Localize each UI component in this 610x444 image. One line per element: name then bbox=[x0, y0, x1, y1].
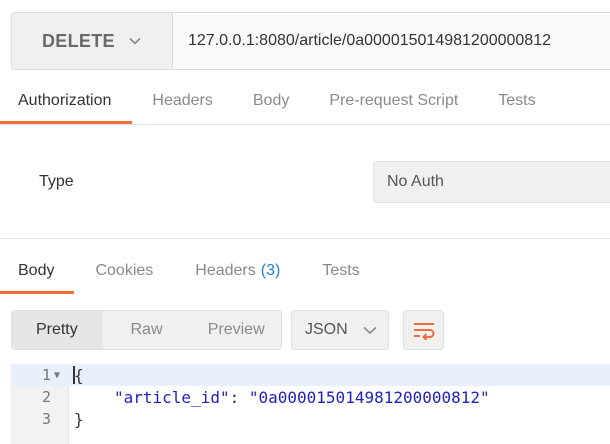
tab-body[interactable]: Body bbox=[233, 78, 309, 124]
method-label: DELETE bbox=[42, 30, 115, 51]
tab-tests[interactable]: Tests bbox=[478, 78, 555, 124]
response-body-editor[interactable]: 1 ▼ { 2 "article_id": "0a000015014981200… bbox=[11, 364, 610, 444]
chevron-down-icon bbox=[363, 326, 377, 335]
code-line: 1 ▼ { bbox=[11, 364, 610, 386]
wrap-lines-icon bbox=[413, 323, 434, 340]
response-tab-headers[interactable]: Headers (3) bbox=[174, 248, 301, 294]
response-tabs: Body Cookies Headers (3) Tests bbox=[0, 248, 381, 294]
url-text: 127.0.0.1:8080/article/0a000015014981200… bbox=[188, 32, 551, 49]
tab-headers[interactable]: Headers bbox=[132, 78, 232, 124]
chevron-down-icon bbox=[129, 37, 141, 45]
view-pretty-button[interactable]: Pretty bbox=[12, 311, 102, 349]
text-cursor bbox=[73, 366, 75, 384]
line-number: 2 bbox=[41, 388, 51, 406]
json-value: "0a000015014981200000812" bbox=[248, 387, 490, 407]
fold-caret-icon[interactable]: ▼ bbox=[54, 370, 66, 381]
response-tab-body[interactable]: Body bbox=[0, 248, 75, 294]
auth-type-select[interactable]: No Auth bbox=[373, 161, 610, 203]
format-select[interactable]: JSON bbox=[291, 310, 389, 350]
code-key-value: "article_id": "0a000015014981200000812" bbox=[114, 388, 490, 407]
code-open-brace: { bbox=[74, 365, 84, 385]
response-tab-tests[interactable]: Tests bbox=[301, 248, 380, 294]
request-bar: DELETE 127.0.0.1:8080/article/0a00001501… bbox=[11, 12, 610, 70]
code-line: 2 "article_id": "0a000015014981200000812… bbox=[11, 386, 610, 408]
tab-authorization[interactable]: Authorization bbox=[0, 78, 133, 124]
wrap-lines-button[interactable] bbox=[403, 310, 444, 350]
json-key: "article_id" bbox=[114, 387, 230, 407]
code-line: 3 } bbox=[11, 408, 610, 430]
response-tab-cookies[interactable]: Cookies bbox=[74, 248, 174, 294]
auth-type-label: Type bbox=[39, 173, 74, 190]
auth-type-value: No Auth bbox=[387, 173, 444, 190]
divider bbox=[0, 124, 610, 125]
headers-count-badge: (3) bbox=[260, 262, 281, 279]
format-label: JSON bbox=[305, 321, 348, 338]
json-colon: : bbox=[229, 387, 249, 407]
view-preview-button[interactable]: Preview bbox=[191, 311, 281, 349]
line-number: 3 bbox=[41, 410, 51, 428]
method-select[interactable]: DELETE bbox=[12, 13, 173, 69]
tab-pre-request-script[interactable]: Pre-request Script bbox=[309, 78, 478, 124]
response-tab-headers-label: Headers bbox=[195, 262, 256, 279]
code-close-brace: } bbox=[74, 409, 84, 429]
view-raw-button[interactable]: Raw bbox=[102, 311, 192, 349]
request-tabs: Authorization Headers Body Pre-request S… bbox=[0, 78, 556, 124]
line-number: 1 bbox=[41, 366, 51, 384]
divider bbox=[0, 238, 610, 239]
url-input[interactable]: 127.0.0.1:8080/article/0a000015014981200… bbox=[173, 13, 610, 69]
view-mode-toggle: Pretty Raw Preview bbox=[11, 310, 282, 350]
